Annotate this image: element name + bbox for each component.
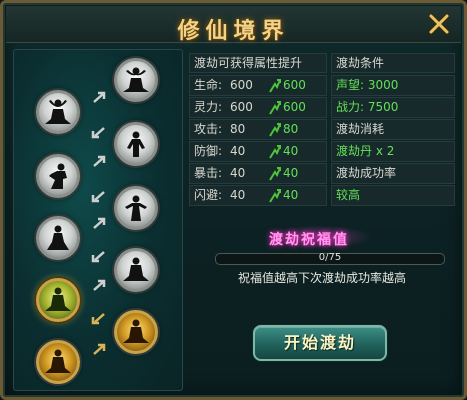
upgrade-arrow-icon — [269, 123, 281, 137]
seated-figure-icon — [123, 319, 149, 343]
stat-label: 暴击: — [194, 166, 223, 180]
stat-next: 40 — [283, 188, 299, 202]
title-bar: 修仙境界 — [6, 6, 461, 44]
realm-node-1[interactable] — [114, 58, 158, 102]
condition-text: 较高 — [336, 188, 361, 202]
realm-node-8[interactable] — [36, 216, 80, 260]
table-row: 暴击: 40 40 渡劫成功率 — [189, 163, 455, 184]
arrow-up-right-icon — [93, 217, 106, 229]
blessing-progress-bar: 0/75 — [215, 252, 445, 265]
arrow-down-left-icon — [91, 313, 105, 325]
realm-node-3[interactable] — [114, 186, 158, 230]
stat-label: 生命: — [194, 78, 223, 92]
realm-node-4[interactable] — [114, 248, 158, 292]
attr-header-label: 渡劫可获得属性提升 — [194, 56, 303, 70]
realm-node-10[interactable] — [36, 340, 80, 384]
stat-next: 80 — [283, 122, 299, 136]
table-row: 闪避: 40 40 较高 — [189, 185, 455, 206]
attributes-table: 渡劫可获得属性提升 渡劫条件 生命: 600 600 声望: 3000 灵力: … — [189, 53, 455, 207]
realm-node-6[interactable] — [36, 90, 80, 134]
window-title: 修仙境界 — [177, 18, 290, 44]
upgrade-arrow-icon — [269, 167, 281, 181]
stat-current: 600 — [230, 100, 253, 114]
table-header-row: 渡劫可获得属性提升 渡劫条件 — [189, 53, 455, 74]
close-icon — [428, 13, 450, 35]
realm-node-7[interactable] — [36, 154, 80, 198]
kneeling-figure-icon — [49, 163, 67, 189]
arrow-up-right-icon — [93, 155, 106, 167]
arrow-up-right-icon — [93, 343, 106, 355]
stat-label: 灵力: — [194, 100, 223, 114]
martial-figure-icon — [127, 131, 145, 157]
stat-label: 攻击: — [194, 122, 223, 136]
cultivation-realm-window: 修仙境界 渡劫可获得属性提升 渡劫条件 生命: 600 600 声望: 3000… — [0, 0, 467, 400]
stat-next: 600 — [283, 100, 306, 114]
condition-text: 战力: 7500 — [336, 100, 399, 114]
upgrade-arrow-icon — [269, 145, 281, 159]
kneeling-figure-icon — [47, 225, 69, 250]
meditation-figure-icon — [45, 99, 71, 124]
condition-header-label: 渡劫条件 — [336, 56, 385, 70]
upgrade-arrow-icon — [269, 79, 281, 93]
upgrade-arrow-icon — [269, 189, 281, 203]
table-row: 灵力: 600 600 战力: 7500 — [189, 97, 455, 118]
realm-tree-panel — [13, 49, 183, 391]
stat-current: 40 — [230, 144, 246, 158]
stat-next: 40 — [283, 144, 299, 158]
table-row: 攻击: 80 80 渡劫消耗 — [189, 119, 455, 140]
start-tribulation-button[interactable]: 开始渡劫 — [253, 325, 387, 361]
meditation-figure-icon — [123, 67, 149, 92]
close-button[interactable] — [427, 12, 451, 36]
stat-next: 600 — [283, 78, 306, 92]
stat-current: 80 — [230, 122, 246, 136]
upgrade-arrow-icon — [269, 101, 281, 115]
seated-figure-icon — [45, 349, 71, 373]
arrow-down-left-icon — [91, 191, 105, 203]
stat-label: 防御: — [194, 144, 223, 158]
condition-text: 渡劫消耗 — [336, 122, 385, 136]
arrow-down-left-icon — [91, 251, 105, 263]
realm-node-9-current[interactable] — [36, 278, 80, 322]
stat-current: 40 — [230, 188, 246, 202]
stat-current: 40 — [230, 166, 246, 180]
realm-node-5[interactable] — [114, 310, 158, 354]
martial-figure-icon — [125, 195, 147, 221]
seated-figure-icon — [123, 257, 149, 281]
realm-node-2[interactable] — [114, 122, 158, 166]
blessing-progress-text: 0/75 — [318, 252, 342, 263]
stat-next: 40 — [283, 166, 299, 180]
stat-current: 600 — [230, 78, 253, 92]
arrow-down-left-icon — [91, 127, 105, 139]
table-row: 生命: 600 600 声望: 3000 — [189, 75, 455, 96]
blessing-title: 渡劫祝福值 — [269, 232, 349, 248]
condition-text: 渡劫成功率 — [336, 166, 397, 180]
condition-text: 渡劫丹 x 2 — [336, 144, 395, 158]
stat-label: 闪避: — [194, 188, 223, 202]
arrow-up-right-icon — [93, 279, 106, 291]
meditation-figure-icon — [45, 287, 71, 311]
blessing-note: 祝福值越高下次渡劫成功率越高 — [237, 271, 406, 285]
condition-text: 声望: 3000 — [336, 78, 399, 92]
table-row: 防御: 40 40 渡劫丹 x 2 — [189, 141, 455, 162]
arrow-up-right-icon — [93, 91, 106, 103]
